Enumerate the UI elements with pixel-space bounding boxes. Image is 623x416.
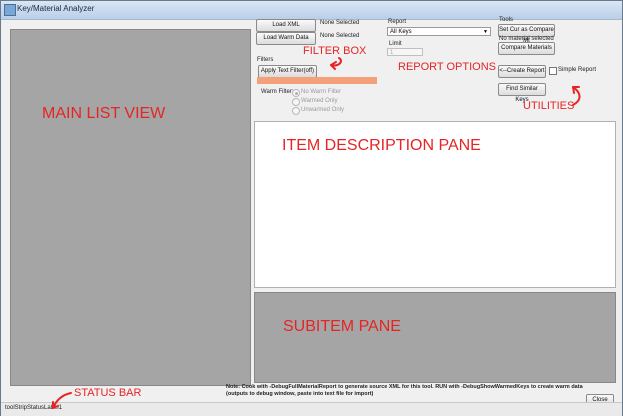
annotation-arrows	[52, 57, 581, 409]
app-window: Key/Material Analyzer Load XML None Sele…	[0, 0, 623, 416]
arrow-icon	[52, 392, 72, 409]
